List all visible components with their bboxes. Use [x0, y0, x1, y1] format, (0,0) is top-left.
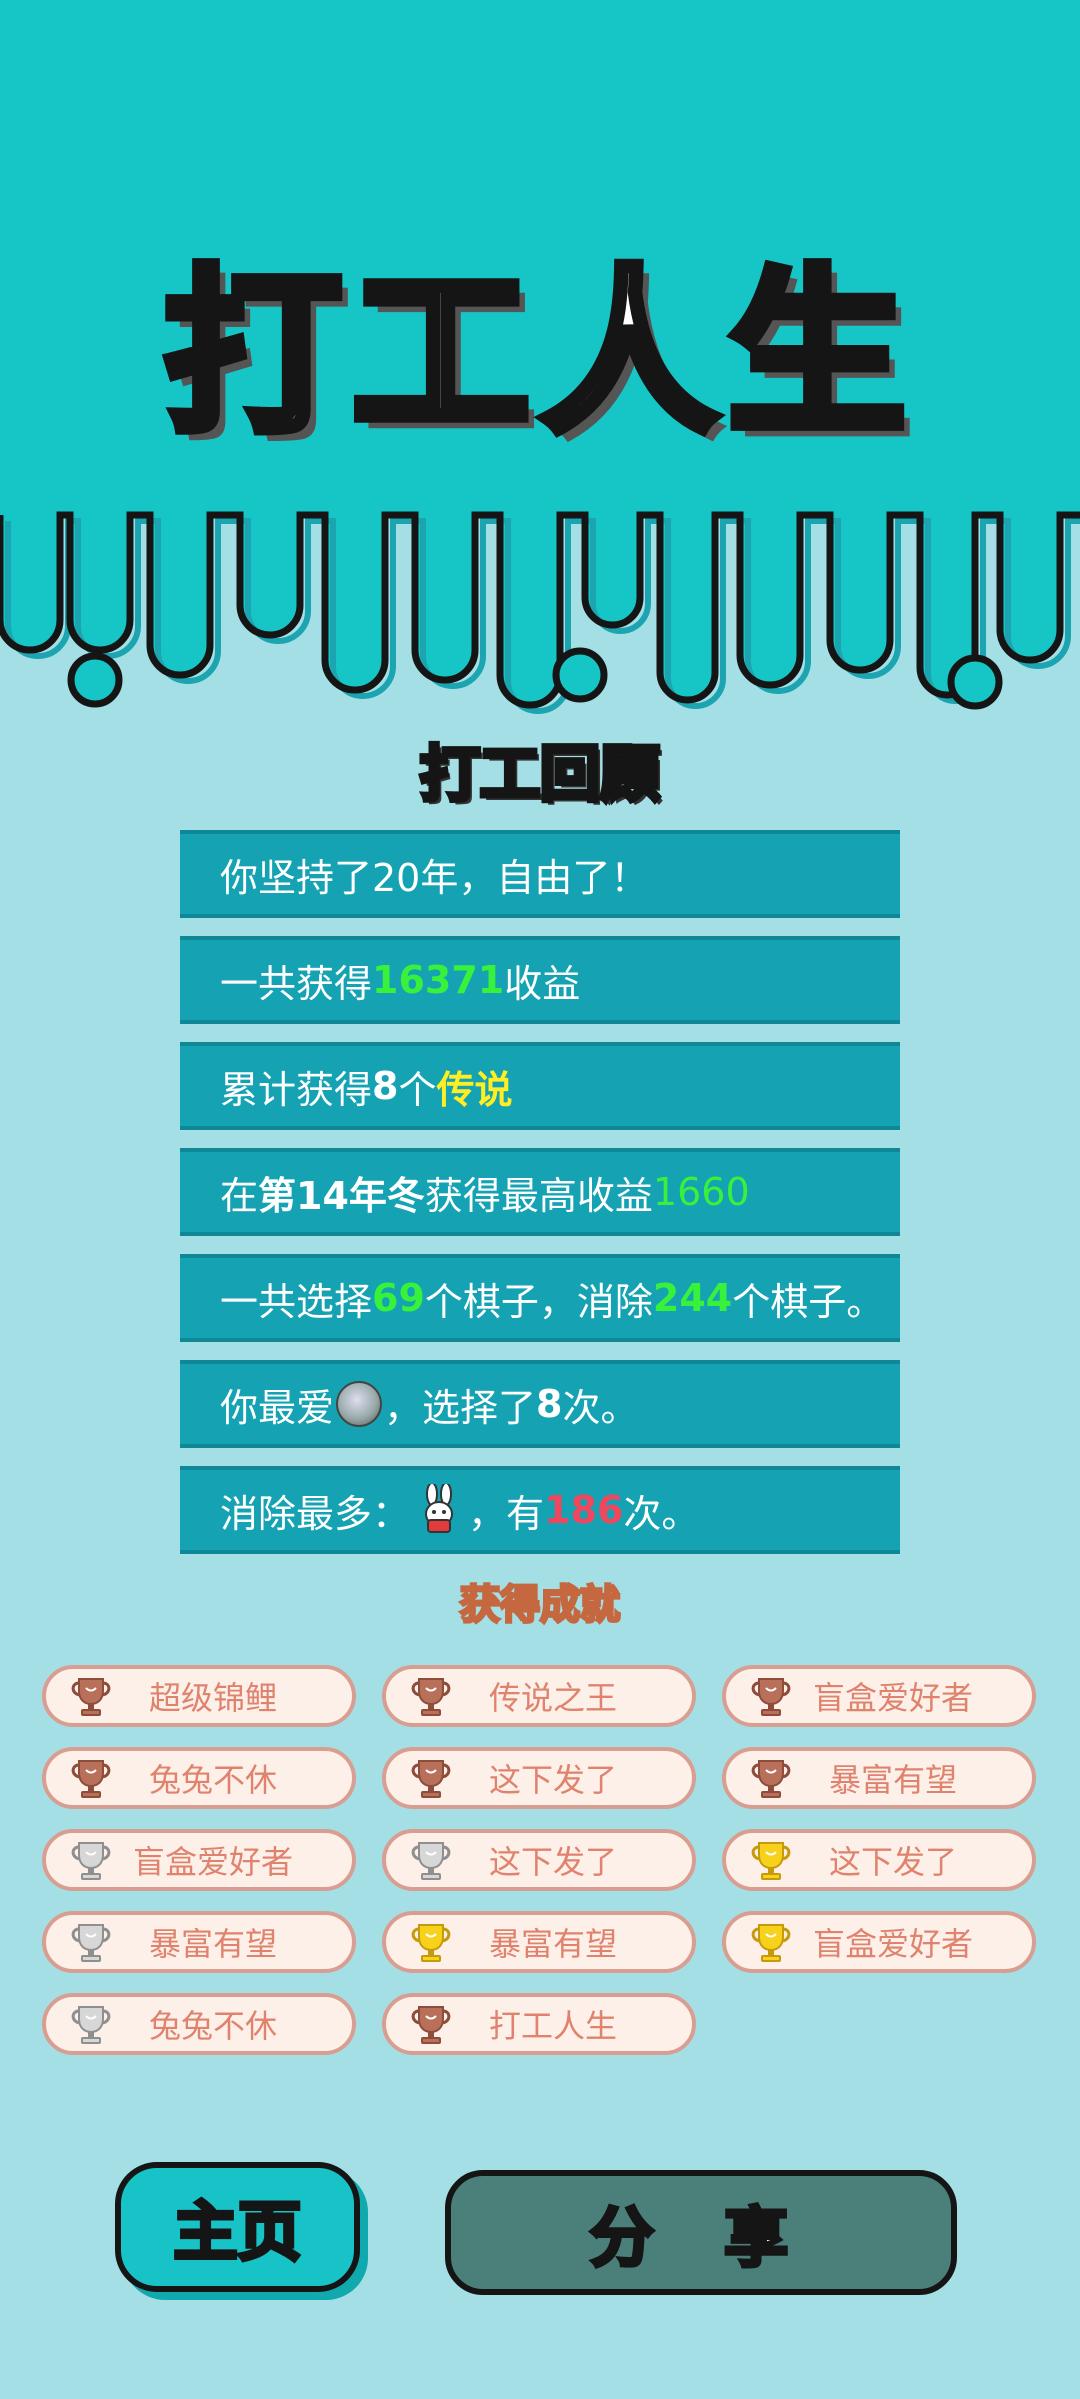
achievement-badge: 超级锦鲤 [42, 1665, 356, 1727]
eliminated-pieces-count: 244 [652, 1276, 733, 1320]
legend-label: 传说 [436, 1067, 513, 1112]
review-text: 一共获得 [220, 961, 373, 1006]
achievement-badge: 盲盒爱好者 [722, 1665, 1036, 1727]
trophy-icon [71, 1924, 111, 1962]
review-text: 获得最高收益 [424, 1173, 653, 1218]
achievement-label: 暴富有望 [148, 1925, 277, 1963]
best-season: 第14年冬 [258, 1173, 425, 1218]
achievement-label: 盲盒爱好者 [132, 1843, 293, 1881]
trophy-icon [411, 1678, 451, 1716]
review-text: 你最爱 [220, 1385, 335, 1430]
trophy-icon [751, 1842, 791, 1880]
total-income-value: 16371 [372, 958, 505, 1002]
trophy-icon [751, 1924, 791, 1962]
review-text: 次。 [562, 1385, 639, 1430]
home-button[interactable]: 主页 [115, 2162, 360, 2292]
achievement-badge: 暴富有望 [382, 1911, 696, 1973]
review-text: 个棋子。 [732, 1279, 885, 1324]
legend-count: 8 [372, 1064, 399, 1108]
review-text: ，选择了 [384, 1385, 537, 1430]
achievement-label: 超级锦鲤 [148, 1679, 277, 1717]
review-text: 次。 [623, 1491, 700, 1536]
review-text: 消除最多： [220, 1491, 411, 1536]
achievement-badge: 暴富有望 [722, 1747, 1036, 1809]
achievements-section-title: 获得成就 [459, 1582, 622, 1628]
share-button[interactable]: 分 享 [445, 2170, 957, 2295]
achievement-badge: 盲盒爱好者 [722, 1911, 1036, 1973]
review-section-title: 打工回顾 [418, 740, 663, 810]
achievement-badge: 传说之王 [382, 1665, 696, 1727]
share-button-label: 分 享 [588, 2200, 813, 2278]
achievement-badge: 这下发了 [382, 1747, 696, 1809]
review-row-pieces: 一共选择 69 个棋子，消除 244 个棋子。 [180, 1254, 900, 1342]
review-text: 在 [220, 1173, 259, 1218]
achievement-label: 盲盒爱好者 [812, 1925, 973, 1963]
favorite-piece-icon [336, 1381, 383, 1427]
trophy-icon [411, 2006, 451, 2044]
achievement-label: 暴富有望 [488, 1925, 617, 1963]
achievement-badge: 这下发了 [722, 1829, 1036, 1891]
trophy-icon [751, 1678, 791, 1716]
best-income-value: 1660 [652, 1170, 750, 1214]
review-text: 个棋子，消除 [424, 1279, 653, 1324]
drip-dot [67, 652, 123, 708]
review-text: 收益 [504, 961, 581, 1006]
review-text: 一共选择 [220, 1279, 373, 1324]
trophy-icon [71, 1842, 111, 1880]
achievement-badge: 盲盒爱好者 [42, 1829, 356, 1891]
achievement-label: 这下发了 [828, 1843, 957, 1881]
trophy-icon [411, 1924, 451, 1962]
drip-dot [552, 647, 608, 703]
achievement-badge: 这下发了 [382, 1829, 696, 1891]
trophy-icon [71, 2006, 111, 2044]
review-text: 累计获得 [220, 1067, 373, 1112]
drip-dot [947, 654, 1003, 710]
review-row-total-income: 一共获得 16371 收益 [180, 936, 900, 1024]
review-row-best-income: 在 第14年冬 获得最高收益 1660 [180, 1148, 900, 1236]
trophy-icon [751, 1760, 791, 1798]
review-list: 你坚持了20年，自由了！ 一共获得 16371 收益 累计获得 8 个传说 在 第14年… [180, 830, 900, 1572]
home-button-label: 主页 [172, 2194, 304, 2272]
bunny-piece-icon [425, 1484, 454, 1533]
trophy-icon [411, 1842, 451, 1880]
review-row-years: 你坚持了20年，自由了！ [180, 830, 900, 918]
review-text: 你坚持了20年，自由了！ [220, 855, 649, 900]
achievement-label: 暴富有望 [828, 1761, 957, 1799]
review-row-legends: 累计获得 8 个传说 [180, 1042, 900, 1130]
achievement-label: 这下发了 [488, 1761, 617, 1799]
achievement-label: 打工人生 [488, 2007, 617, 2045]
achievement-badge: 兔兔不休 [42, 1993, 356, 2055]
achievement-label: 传说之王 [488, 1679, 617, 1717]
favorite-count: 8 [536, 1382, 563, 1426]
trophy-icon [411, 1760, 451, 1798]
trophy-icon [71, 1760, 111, 1798]
review-row-favorite: 你最爱 ，选择了 8 次。 [180, 1360, 900, 1448]
most-eliminated-count: 186 [544, 1488, 624, 1532]
achievement-label: 兔兔不休 [148, 1761, 277, 1799]
review-row-most-eliminated: 消除最多： ，有 186 次。 [180, 1466, 900, 1554]
achievement-badge: 兔兔不休 [42, 1747, 356, 1809]
achievement-badge: 打工人生 [382, 1993, 696, 2055]
trophy-icon [71, 1678, 111, 1716]
achievement-badge: 暴富有望 [42, 1911, 356, 1973]
selected-pieces-count: 69 [372, 1276, 425, 1320]
achievement-label: 盲盒爱好者 [812, 1679, 973, 1717]
app-title: 打工人生 [160, 250, 916, 457]
review-text: 个 [398, 1067, 437, 1112]
achievement-label: 兔兔不休 [148, 2007, 277, 2045]
achievement-label: 这下发了 [488, 1843, 617, 1881]
review-text: ，有 [468, 1491, 545, 1536]
